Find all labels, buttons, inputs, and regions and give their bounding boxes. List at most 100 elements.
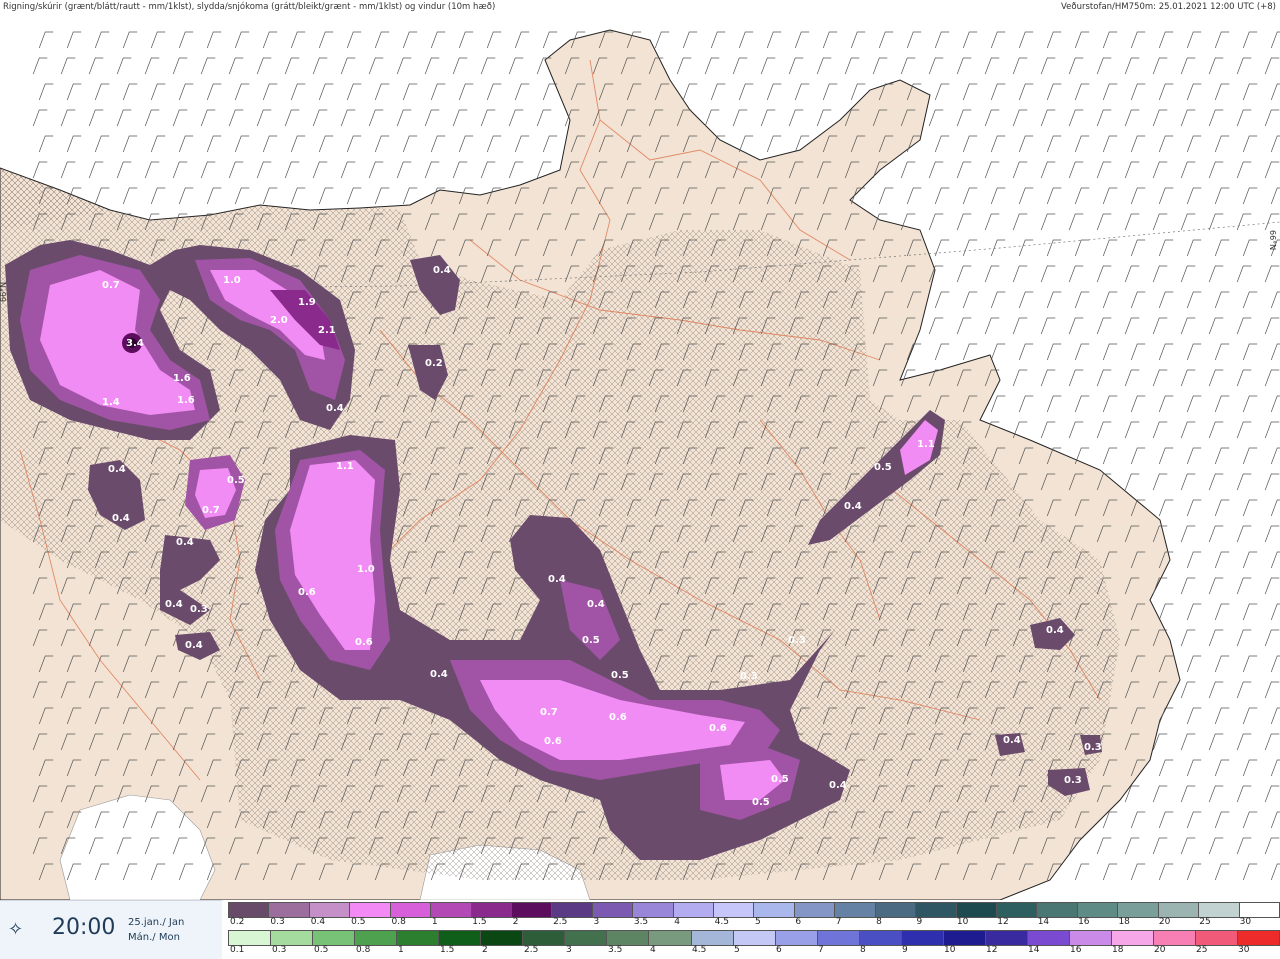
value-label: 0.4 <box>326 403 344 414</box>
snow-scale-ticks: 0.2 0.3 0.4 0.5 0.8 1 1.5 2 2.5 3 3.5 4 4.5 5 6 7 8 9 10 12… <box>228 917 1280 929</box>
legend-swatch <box>733 931 776 945</box>
legend-swatch <box>229 931 272 945</box>
value-label: 0.5 <box>227 475 245 486</box>
value-label: 0.4 <box>112 513 130 524</box>
legend-tick-label: 10 <box>956 917 969 927</box>
legend-swatch <box>1196 931 1239 945</box>
legend-swatch <box>1154 931 1197 945</box>
legend-tick-label: 3 <box>566 945 572 955</box>
legend-tick-label: 0.2 <box>230 917 245 927</box>
value-label: 0.6 <box>355 637 373 648</box>
legend-swatch <box>431 903 472 917</box>
rain-scale-ticks: 0.1 0.3 0.5 0.8 1 1.5 2 2.5 3 3.5 4 4.5 5 6 7 8 9 10 12 14 1… <box>228 945 1280 957</box>
legend-swatch <box>350 903 391 917</box>
legend-swatch <box>1111 931 1155 945</box>
legend-swatch <box>481 931 524 945</box>
legend-tick-label: 30 <box>1238 945 1250 955</box>
legend-swatch <box>1027 931 1070 945</box>
legend-swatch <box>1077 903 1119 917</box>
legend-tick-label: 0.8 <box>391 917 406 927</box>
forecast-map[interactable]: 66°N 66°N 0.7 3.4 1.4 1.6 1.6 1.0 1.9 2.… <box>0 14 1280 900</box>
value-label: 1.1 <box>336 461 354 472</box>
legend-tick-label: 0.5 <box>351 917 366 927</box>
legend-tick-label: 18 <box>1112 945 1124 955</box>
legend-swatch <box>775 931 818 945</box>
value-label: 0.2 <box>425 358 443 369</box>
legend-swatch <box>271 931 314 945</box>
legend-swatch <box>355 931 398 945</box>
value-label: 1.6 <box>177 395 195 406</box>
value-label: 0.3 <box>190 604 208 615</box>
value-label: 0.7 <box>102 280 120 291</box>
legend-swatch <box>552 903 593 917</box>
legend-tick-label: 3.5 <box>608 945 623 955</box>
legend-swatch <box>916 903 957 917</box>
legend-tick-label: 7 <box>835 917 842 927</box>
value-label: 0.3 <box>1084 742 1102 753</box>
value-label: 1.0 <box>357 564 375 575</box>
legend-tick-label: 0.5 <box>314 945 329 955</box>
legend-tick-label: 6 <box>776 945 782 955</box>
legend-tick-label: 2 <box>512 917 519 927</box>
value-label: 0.6 <box>298 587 316 598</box>
legend-tick-label: 20 <box>1158 917 1171 927</box>
legend-tick-label: 2 <box>482 945 488 955</box>
legend-swatch <box>592 903 634 917</box>
value-label: 0.7 <box>202 505 220 516</box>
legend-tick-label: 8 <box>860 945 866 955</box>
value-label: 1.4 <box>102 397 120 408</box>
value-label: 1.9 <box>298 297 316 308</box>
legend-swatch <box>943 931 986 945</box>
legend-swatch <box>875 903 917 917</box>
legend-tick-label: 1 <box>398 945 404 955</box>
forecast-weekday: Mán./ Mon <box>128 932 180 943</box>
legend-tick-label: 9 <box>902 945 908 955</box>
legend-tick-label: 12 <box>997 917 1009 927</box>
value-label: 0.4 <box>829 780 847 791</box>
time-box: ✧ 20:00 25.jan./ Jan Mán./ Mon <box>0 900 222 959</box>
value-label: 0.7 <box>540 707 558 718</box>
legend-swatch <box>511 903 553 917</box>
value-label: 0.3 <box>1064 775 1082 786</box>
value-label: 0.4 <box>1046 625 1064 636</box>
source-timestamp: Veðurstofan/HM750m: 25.01.2021 12:00 UTC… <box>1061 2 1276 12</box>
legend-tick-label: 2.5 <box>524 945 539 955</box>
legend-swatch <box>817 931 860 945</box>
legend-swatch <box>649 931 692 945</box>
legend-tick-label: 4 <box>674 917 680 927</box>
value-label: 0.5 <box>611 670 629 681</box>
legend-swatch <box>1037 903 1078 917</box>
value-label: 0.5 <box>582 635 600 646</box>
legend-swatch <box>956 903 998 917</box>
legend-footer: ✧ 20:00 25.jan./ Jan Mán./ Mon 0.2 0.3 0.4… <box>0 900 1280 959</box>
value-label: 0.4 <box>176 537 194 548</box>
legend-swatch <box>859 931 902 945</box>
legend-swatch <box>714 903 755 917</box>
legend-swatch <box>691 931 734 945</box>
value-label: 0.4 <box>185 640 203 651</box>
legend-swatch <box>754 903 795 917</box>
forecast-date: 25.jan./ Jan <box>128 917 185 928</box>
value-label: 2.0 <box>270 315 288 326</box>
legend-tick-label: 12 <box>986 945 998 955</box>
value-label: 0.4 <box>430 669 448 680</box>
legend-swatch <box>565 931 608 945</box>
legend-tick-label: 16 <box>1070 945 1082 955</box>
legend-tick-label: 0.4 <box>310 917 326 927</box>
legend-swatch <box>1069 931 1112 945</box>
legend-tick-label: 3 <box>593 917 600 927</box>
value-label: 0.6 <box>609 712 627 723</box>
legend-swatch <box>1158 903 1200 917</box>
map-canvas: 66°N 66°N 0.7 3.4 1.4 1.6 1.6 1.0 1.9 2.… <box>0 14 1280 900</box>
legend-tick-label: 0.8 <box>356 945 371 955</box>
legend-tick-label: 0.3 <box>270 917 285 927</box>
legend-swatch <box>439 931 482 945</box>
legend-tick-label: 2.5 <box>553 917 568 927</box>
legend-tick-label: 1.5 <box>472 917 487 927</box>
value-label: 1.6 <box>173 373 191 384</box>
legend-tick-label: 3.5 <box>633 917 649 927</box>
value-label: 1.0 <box>223 275 241 286</box>
play-step-icon[interactable]: ✧ <box>8 919 30 941</box>
legend-tick-label: 5 <box>755 917 761 927</box>
value-label: 0.4 <box>548 574 566 585</box>
